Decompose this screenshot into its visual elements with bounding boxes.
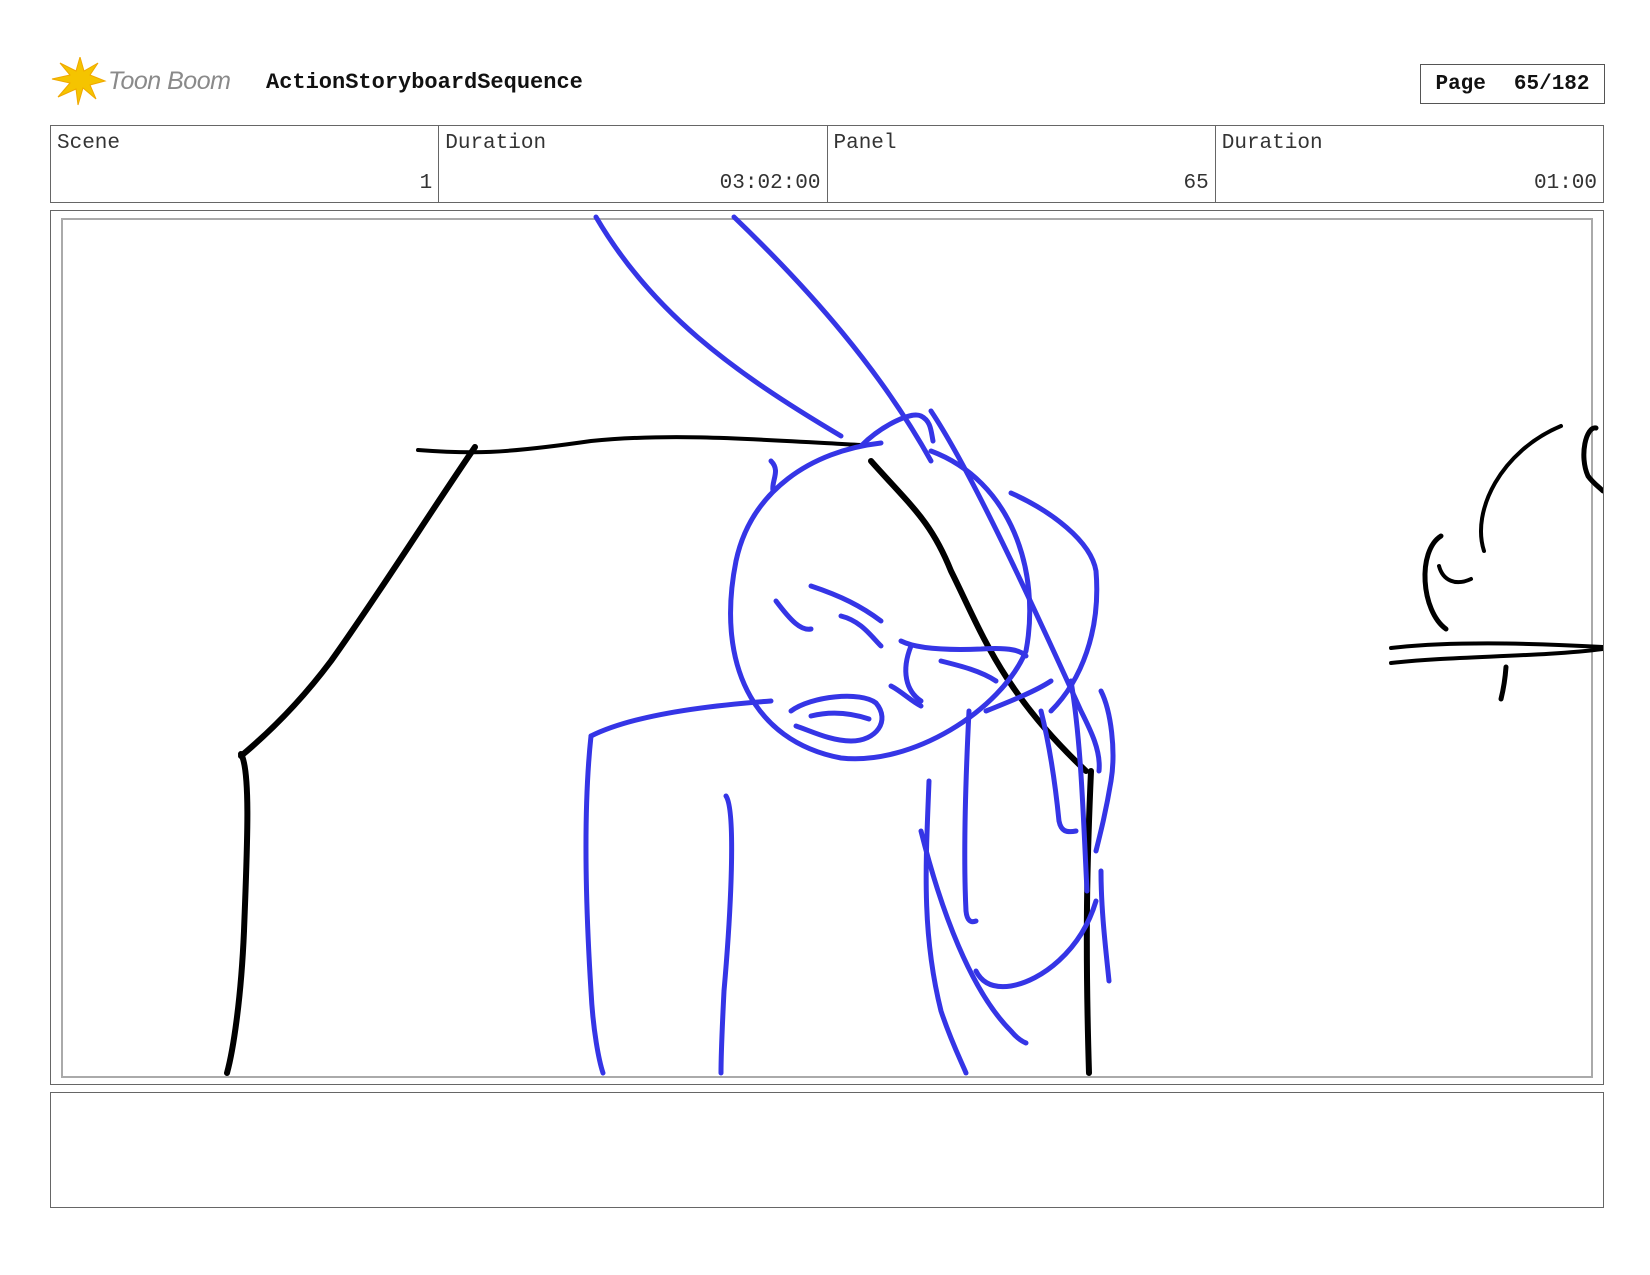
scene-info-table: Scene 1 Duration 03:02:00 Panel 65 Durat…: [50, 125, 1604, 203]
page-indicator: Page 65/182: [1420, 64, 1605, 104]
scene-label: Scene: [57, 132, 121, 155]
panel-duration-value: 01:00: [1533, 172, 1597, 195]
panel-sketch: [224, 214, 1603, 1076]
page-value: 65/182: [1513, 72, 1590, 96]
logo-text: Toon Boom: [108, 67, 231, 95]
sequence-title: ActionStoryboardSequence: [266, 70, 583, 95]
page-label: Page: [1435, 72, 1486, 96]
scene-duration-cell: Duration 03:02:00: [439, 126, 828, 202]
scene-cell: Scene 1: [51, 126, 440, 202]
panel-cell: Panel 65: [828, 126, 1216, 202]
panel-duration-label: Duration: [1221, 132, 1323, 155]
toon-boom-logo: Toon Boom: [50, 55, 250, 107]
panel-label: Panel: [833, 132, 897, 155]
page-header: Toon Boom ActionStoryboardSequence Page …: [50, 55, 1605, 115]
starburst-logo-icon: [51, 55, 107, 106]
scene-duration-value: 03:02:00: [719, 172, 821, 195]
panel-duration-cell: Duration 01:00: [1216, 126, 1603, 202]
panel-notes-box: [50, 1092, 1604, 1208]
scene-value: 1: [419, 172, 433, 195]
character-sketch: [583, 214, 1116, 1076]
panel-value: 65: [1183, 172, 1209, 195]
scene-duration-label: Duration: [445, 132, 547, 155]
